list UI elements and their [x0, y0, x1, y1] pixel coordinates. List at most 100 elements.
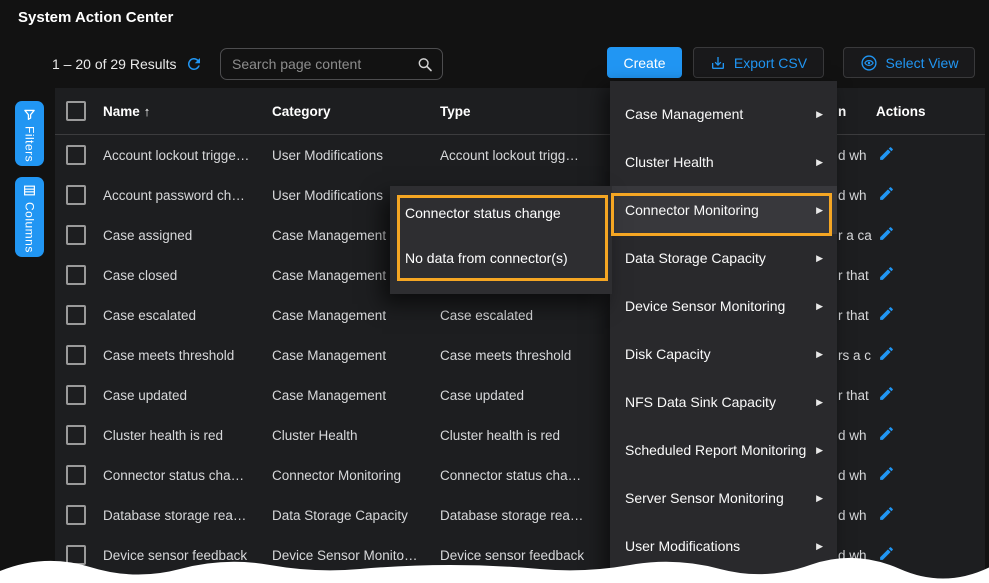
- chevron-right-icon: ▶: [816, 109, 823, 120]
- create-menu-item[interactable]: Scheduled Report Monitoring ▶: [610, 426, 837, 474]
- chevron-right-icon: ▶: [816, 301, 823, 312]
- row-type: Cluster health is red: [440, 428, 610, 443]
- edit-pencil-icon[interactable]: [878, 265, 895, 282]
- filters-tab[interactable]: Filters: [15, 101, 44, 166]
- chevron-right-icon: ▶: [816, 157, 823, 168]
- refresh-icon[interactable]: [185, 55, 203, 73]
- actions-column-header: Actions: [876, 104, 985, 119]
- row-name: Device sensor feedback: [103, 548, 272, 563]
- row-name: Cluster health is red: [103, 428, 272, 443]
- row-checkbox[interactable]: [66, 345, 86, 365]
- row-checkbox[interactable]: [66, 145, 86, 165]
- search-icon: [417, 56, 433, 73]
- create-dropdown-menu: Case Management ▶ Cluster Health ▶ Conne…: [610, 81, 837, 583]
- columns-icon: [23, 184, 36, 197]
- row-type: Database storage rea…: [440, 508, 610, 523]
- row-category: Cluster Health: [272, 428, 440, 443]
- chevron-right-icon: ▶: [816, 541, 823, 552]
- chevron-right-icon: ▶: [816, 445, 823, 456]
- row-checkbox[interactable]: [66, 505, 86, 525]
- edit-pencil-icon[interactable]: [878, 385, 895, 402]
- columns-tab[interactable]: Columns: [15, 177, 44, 257]
- create-menu-item[interactable]: Server Sensor Monitoring ▶: [610, 474, 837, 522]
- row-checkbox[interactable]: [66, 185, 86, 205]
- row-type: Case updated: [440, 388, 610, 403]
- edit-pencil-icon[interactable]: [878, 505, 895, 522]
- edit-pencil-icon[interactable]: [878, 185, 895, 202]
- create-menu-item[interactable]: NFS Data Sink Capacity ▶: [610, 378, 837, 426]
- row-name: Connector status cha…: [103, 468, 272, 483]
- chevron-right-icon: ▶: [816, 493, 823, 504]
- system-action-center-page: System Action Center 1 – 20 of 29 Result…: [0, 0, 989, 583]
- table-row: Account lockout trigge… User Modificatio…: [55, 135, 985, 175]
- table-header-row: Name↑ Category Type n Actions: [55, 88, 985, 135]
- page-title: System Action Center: [18, 9, 173, 26]
- edit-pencil-icon[interactable]: [878, 145, 895, 162]
- row-checkbox[interactable]: [66, 265, 86, 285]
- edit-pencil-icon[interactable]: [878, 305, 895, 322]
- row-category: Device Sensor Monito…: [272, 548, 440, 563]
- create-menu-item[interactable]: Device Sensor Monitoring ▶: [610, 282, 837, 330]
- create-menu-item[interactable]: Case Management ▶: [610, 90, 837, 138]
- create-menu-item[interactable]: Cluster Health ▶: [610, 138, 837, 186]
- table-row: Case escalated Case Management Case esca…: [55, 295, 985, 335]
- edit-pencil-icon[interactable]: [878, 425, 895, 442]
- name-column-header[interactable]: Name↑: [103, 104, 272, 119]
- actions-table: Name↑ Category Type n Actions Account lo…: [55, 88, 985, 583]
- row-checkbox[interactable]: [66, 425, 86, 445]
- table-row: Database storage rea… Data Storage Capac…: [55, 495, 985, 535]
- row-name: Case updated: [103, 388, 272, 403]
- download-icon: [710, 55, 726, 71]
- export-csv-button[interactable]: Export CSV: [693, 47, 824, 78]
- row-name: Account password ch…: [103, 188, 272, 203]
- row-name: Case closed: [103, 268, 272, 283]
- search-box: [220, 48, 443, 80]
- row-name: Account lockout trigge…: [103, 148, 272, 163]
- row-type: Account lockout trigg…: [440, 148, 610, 163]
- row-name: Case assigned: [103, 228, 272, 243]
- row-type: Case meets threshold: [440, 348, 610, 363]
- table-row: Device sensor feedback Device Sensor Mon…: [55, 535, 985, 575]
- create-menu-item[interactable]: Data Storage Capacity ▶: [610, 234, 837, 282]
- type-column-header[interactable]: Type: [440, 104, 610, 119]
- row-type: Connector status cha…: [440, 468, 610, 483]
- chevron-right-icon: ▶: [816, 253, 823, 264]
- row-checkbox[interactable]: [66, 385, 86, 405]
- row-category: Case Management: [272, 388, 440, 403]
- table-row: Connector status cha… Connector Monitori…: [55, 455, 985, 495]
- row-checkbox[interactable]: [66, 225, 86, 245]
- row-checkbox[interactable]: [66, 305, 86, 325]
- row-checkbox[interactable]: [66, 465, 86, 485]
- row-category: Case Management: [272, 348, 440, 363]
- chevron-right-icon: ▶: [816, 205, 823, 216]
- category-column-header[interactable]: Category: [272, 104, 440, 119]
- row-name: Case escalated: [103, 308, 272, 323]
- results-count: 1 – 20 of 29 Results: [52, 56, 177, 72]
- create-menu-item[interactable]: Connector Monitoring ▶: [610, 186, 837, 234]
- submenu-item[interactable]: Connector status change: [390, 190, 612, 235]
- row-checkbox[interactable]: [66, 545, 86, 565]
- row-category: User Modifications: [272, 148, 440, 163]
- row-type: Device sensor feedback: [440, 548, 610, 563]
- search-input[interactable]: [221, 56, 417, 72]
- select-view-button[interactable]: Select View: [843, 47, 975, 78]
- table-row: Case updated Case Management Case update…: [55, 375, 985, 415]
- sort-ascending-icon: ↑: [144, 104, 151, 119]
- edit-pencil-icon[interactable]: [878, 545, 895, 562]
- table-row: Case meets threshold Case Management Cas…: [55, 335, 985, 375]
- edit-pencil-icon[interactable]: [878, 345, 895, 362]
- row-name: Case meets threshold: [103, 348, 272, 363]
- row-category: Connector Monitoring: [272, 468, 440, 483]
- select-all-checkbox[interactable]: [66, 101, 86, 121]
- edit-pencil-icon[interactable]: [878, 465, 895, 482]
- edit-pencil-icon[interactable]: [878, 225, 895, 242]
- chevron-right-icon: ▶: [816, 349, 823, 360]
- row-category: Data Storage Capacity: [272, 508, 440, 523]
- chevron-right-icon: ▶: [816, 397, 823, 408]
- create-menu-item[interactable]: Disk Capacity ▶: [610, 330, 837, 378]
- create-button[interactable]: Create: [607, 47, 682, 78]
- submenu-item[interactable]: No data from connector(s): [390, 235, 612, 280]
- create-menu-item[interactable]: User Modifications ▶: [610, 522, 837, 570]
- eye-icon: [860, 54, 878, 72]
- table-row: Cluster health is red Cluster Health Clu…: [55, 415, 985, 455]
